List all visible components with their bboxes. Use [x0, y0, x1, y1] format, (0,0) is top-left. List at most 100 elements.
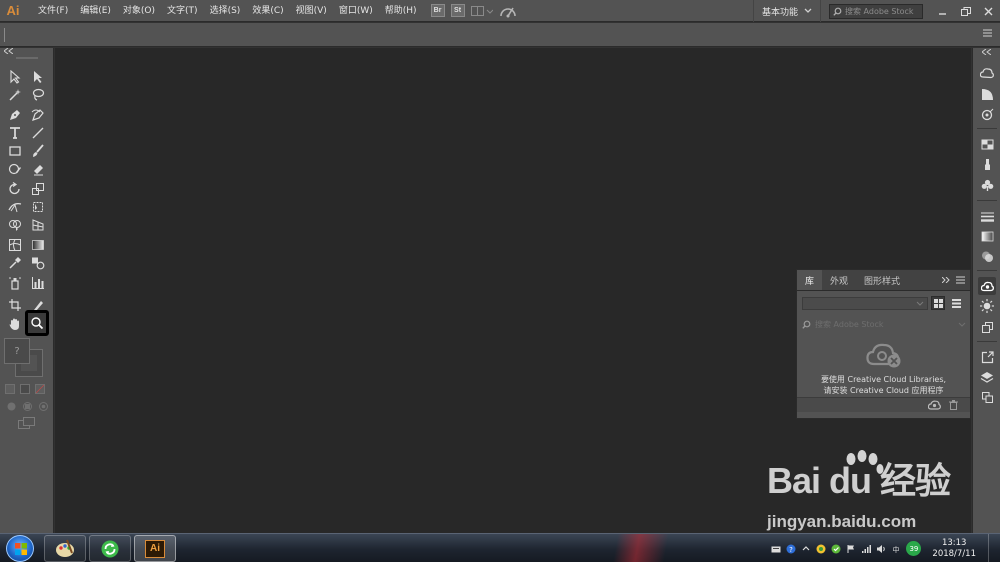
properties-icon[interactable]	[980, 87, 994, 101]
export-icon[interactable]	[980, 350, 994, 364]
appearance-icon[interactable]	[978, 277, 996, 295]
tray-status-badge[interactable]: 39	[906, 541, 922, 556]
artboards-icon[interactable]	[980, 390, 994, 404]
trash-icon[interactable]	[949, 400, 958, 410]
flag-icon[interactable]	[846, 544, 856, 554]
zoom-tool-icon[interactable]	[25, 310, 49, 336]
menu-file[interactable]: 文件(F)	[32, 0, 74, 22]
stock-search-input[interactable]: 搜索 Adobe Stock	[829, 3, 923, 19]
collapse-panel-icon[interactable]	[4, 48, 13, 54]
cloud-sync-icon[interactable]	[928, 400, 941, 410]
shape-builder-tool-icon[interactable]	[5, 216, 25, 233]
layers-icon[interactable]	[980, 370, 994, 384]
graphic-styles-icon[interactable]	[980, 299, 994, 313]
selection-tool-icon[interactable]	[5, 68, 25, 85]
transparency-icon[interactable]	[980, 249, 994, 263]
type-tool-icon[interactable]	[5, 124, 25, 141]
language-icon[interactable]: 中	[891, 544, 901, 554]
menu-object[interactable]: 对象(O)	[117, 0, 161, 22]
swatches-icon[interactable]	[980, 137, 994, 151]
close-button[interactable]	[977, 0, 1000, 22]
hand-tool-icon[interactable]	[5, 315, 25, 332]
column-graph-tool-icon[interactable]	[28, 274, 48, 291]
bridge-icon[interactable]: Br	[430, 4, 445, 17]
libraries-cloud-icon[interactable]	[980, 66, 994, 80]
panel-menu-icon[interactable]	[956, 276, 965, 284]
rectangle-tool-icon[interactable]	[5, 142, 25, 159]
perspective-grid-tool-icon[interactable]	[28, 216, 48, 233]
fill-stroke-swatches[interactable]: ?	[4, 338, 46, 378]
grid-view-button[interactable]	[931, 296, 945, 310]
paintbrush-tool-icon[interactable]	[28, 142, 48, 159]
taskbar-paint-app[interactable]	[44, 535, 86, 562]
expand-panels-icon[interactable]	[982, 49, 991, 55]
symbol-sprayer-tool-icon[interactable]	[5, 274, 25, 291]
draw-inside-icon[interactable]	[38, 401, 49, 412]
show-desktop-button[interactable]	[988, 534, 1000, 562]
security-shield-icon[interactable]	[816, 544, 826, 554]
menu-select[interactable]: 选择(S)	[204, 0, 247, 22]
start-button[interactable]	[6, 535, 34, 562]
tab-libraries[interactable]: 库	[797, 270, 823, 290]
blend-tool-icon[interactable]	[28, 254, 48, 271]
restore-button[interactable]	[954, 0, 977, 22]
menu-window[interactable]: 窗口(W)	[333, 0, 379, 22]
lasso-tool-icon[interactable]	[28, 86, 48, 103]
stroke-panel-icon[interactable]	[980, 209, 994, 223]
panel-grip[interactable]	[16, 57, 38, 59]
menu-view[interactable]: 视图(V)	[290, 0, 333, 22]
keyboard-icon[interactable]	[771, 544, 781, 554]
gradient-button[interactable]	[20, 384, 30, 394]
volume-icon[interactable]	[876, 544, 886, 554]
draw-normal-icon[interactable]	[6, 401, 17, 412]
menu-type[interactable]: 文字(T)	[161, 0, 204, 22]
layers-panel-alt-icon[interactable]	[980, 320, 994, 334]
line-segment-tool-icon[interactable]	[28, 124, 48, 141]
eyedropper-tool-icon[interactable]	[5, 254, 25, 271]
scale-tool-icon[interactable]	[28, 180, 48, 197]
taskbar-sync-app[interactable]	[89, 535, 131, 562]
menu-edit[interactable]: 编辑(E)	[74, 0, 117, 22]
system-clock[interactable]: 13:13 2018/7/11	[932, 538, 976, 560]
control-bar-menu-icon[interactable]	[983, 29, 992, 40]
gradient-panel-icon[interactable]	[980, 229, 994, 243]
color-button[interactable]	[5, 384, 15, 394]
direct-selection-tool-icon[interactable]	[28, 68, 48, 85]
workspace-switcher[interactable]: 基本功能	[752, 0, 821, 22]
tab-graphic-styles[interactable]: 图形样式	[856, 270, 908, 290]
help-icon[interactable]: ?	[786, 544, 796, 554]
shaper-tool-icon[interactable]	[5, 160, 25, 177]
mesh-tool-icon[interactable]	[5, 236, 25, 253]
minimize-button[interactable]	[931, 0, 954, 22]
control-bar-grip[interactable]	[4, 28, 5, 42]
color-guide-icon[interactable]	[980, 107, 994, 121]
rotate-tool-icon[interactable]	[5, 180, 25, 197]
fill-swatch[interactable]: ?	[4, 338, 30, 364]
antivirus-icon[interactable]	[831, 544, 841, 554]
list-view-button[interactable]	[949, 296, 963, 310]
symbols-icon[interactable]	[980, 178, 994, 192]
curvature-tool-icon[interactable]	[28, 106, 48, 123]
tab-appearance[interactable]: 外观	[822, 270, 856, 290]
menu-help[interactable]: 帮助(H)	[379, 0, 423, 22]
taskbar-illustrator-app[interactable]: Ai	[134, 535, 176, 562]
gpu-performance-icon[interactable]	[499, 4, 517, 18]
eraser-tool-icon[interactable]	[28, 160, 48, 177]
menu-effect[interactable]: 效果(C)	[246, 0, 289, 22]
brushes-icon[interactable]	[980, 157, 994, 171]
gradient-tool-icon[interactable]	[28, 236, 48, 253]
free-transform-tool-icon[interactable]	[28, 198, 48, 215]
stock-icon[interactable]: St	[450, 4, 465, 17]
library-search-input[interactable]: 搜索 Adobe Stock	[802, 318, 966, 331]
arrange-documents-icon[interactable]	[470, 5, 493, 17]
draw-behind-icon[interactable]	[22, 401, 33, 412]
screen-mode-icon[interactable]	[18, 417, 36, 429]
artboard-tool-icon[interactable]	[5, 296, 25, 313]
collapse-panel-icon[interactable]	[942, 277, 950, 283]
none-button[interactable]	[35, 384, 45, 394]
width-tool-icon[interactable]	[5, 198, 25, 215]
tray-arrow-icon[interactable]	[801, 544, 811, 554]
library-select[interactable]	[802, 297, 928, 310]
pen-tool-icon[interactable]	[5, 106, 25, 123]
network-signal-icon[interactable]	[861, 544, 872, 554]
